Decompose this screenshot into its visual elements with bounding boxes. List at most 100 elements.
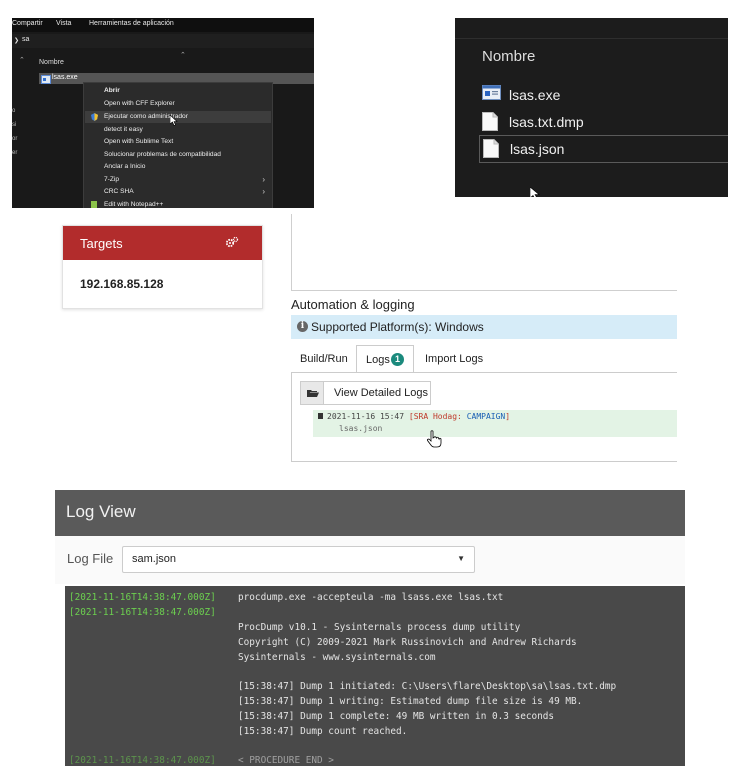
- folder-button[interactable]: [300, 381, 324, 405]
- log-tag: [SRA Hodag:: [408, 412, 462, 421]
- address-path: sa: [22, 36, 30, 43]
- menu-item-label: Anclar a Inicio: [104, 163, 146, 170]
- file-name: lsas.txt.dmp: [509, 114, 584, 130]
- gears-icon[interactable]: [225, 236, 239, 248]
- log-message: procdump.exe -accepteula -ma lsass.exe l…: [238, 592, 504, 603]
- tab-build-run[interactable]: Build/Run: [291, 345, 351, 372]
- log-timestamp: [2021-11-16T14:38:47.000Z]: [69, 592, 216, 603]
- submenu-arrow-icon: ›: [262, 175, 265, 184]
- platform-info: i Supported Platform(s): Windows: [291, 315, 677, 339]
- log-message: < PROCEDURE END >: [238, 755, 334, 766]
- menu-item-label: Solucionar problemas de compatibilidad: [104, 151, 221, 158]
- log-message: [15:38:47] Dump 1 initiated: C:\Users\fl…: [238, 681, 617, 692]
- menu-item-cff-explorer[interactable]: Open with CFF Explorer: [85, 98, 271, 110]
- column-name[interactable]: Nombre: [39, 59, 64, 66]
- mouse-cursor-icon: [530, 187, 540, 197]
- button-label: View Detailed Logs: [334, 387, 428, 399]
- menu-item-label: Open with CFF Explorer: [104, 100, 175, 107]
- log-timestamp: [2021-11-16T14:38:47.000Z]: [69, 755, 216, 766]
- menu-item-detect-it-easy[interactable]: detect it easy: [85, 124, 271, 136]
- menu-item-label: 7-Zip: [104, 176, 120, 183]
- tab-logs[interactable]: Logs 1: [356, 345, 414, 373]
- menu-item-notepad-pp[interactable]: Edit with Notepad++: [85, 199, 271, 208]
- menu-herramientas[interactable]: Herramientas de aplicación: [89, 20, 174, 27]
- view-detailed-logs-button[interactable]: View Detailed Logs: [323, 381, 431, 405]
- explorer-window: Compartir Vista Herramientas de aplicaci…: [12, 18, 314, 208]
- menu-item-run-as-admin[interactable]: Ejecutar como administrador: [85, 111, 271, 123]
- log-line: [2021-11-16T14:38:47.000Z]: [69, 592, 216, 603]
- menu-item-label: Abrir: [104, 87, 120, 94]
- nav-item[interactable]: si: [12, 122, 24, 136]
- section-title: Automation & logging: [291, 297, 415, 312]
- log-timestamp: 2021-11-16 15:47: [327, 412, 405, 421]
- log-message: [15:38:47] Dump 1 writing: Estimated dum…: [238, 696, 583, 707]
- menu-compartir[interactable]: Compartir: [12, 20, 43, 27]
- file-row-lsas-json[interactable]: lsas.json: [479, 135, 728, 163]
- file-name: lsas.exe: [52, 74, 78, 81]
- platform-text: Supported Platform(s): Windows: [311, 320, 484, 334]
- tab-bar: Build/Run Logs 1 Import Logs: [291, 345, 677, 373]
- column-name[interactable]: Nombre: [482, 48, 535, 65]
- document-icon: [482, 112, 498, 131]
- menu-vista[interactable]: Vista: [56, 20, 71, 27]
- tab-label: Logs: [366, 354, 390, 366]
- divider: [455, 38, 728, 39]
- chevron-up-icon[interactable]: ⌃: [19, 56, 25, 64]
- menu-item-abrir[interactable]: Abrir: [85, 85, 271, 97]
- mouse-cursor-icon: [170, 115, 178, 126]
- log-file-label: Log File: [67, 551, 114, 566]
- nav-item[interactable]: er: [12, 150, 24, 164]
- file-name: lsas.json: [510, 141, 565, 157]
- log-message: Copyright (C) 2009-2021 Mark Russinovich…: [238, 637, 577, 648]
- target-ip: 192.168.85.128: [80, 277, 164, 291]
- submenu-arrow-icon: ›: [262, 187, 265, 196]
- log-message: ProcDump v10.1 - Sysinternals process du…: [238, 622, 521, 633]
- content-box: [291, 214, 677, 291]
- log-entry-line: 2021-11-16 15:47 [SRA Hodag: CAMPAIGN]: [327, 412, 510, 421]
- menu-item-7zip[interactable]: 7-Zip ›: [85, 174, 271, 186]
- chevron-right-icon: ❯: [14, 38, 20, 44]
- menu-item-label: Edit with Notepad++: [104, 201, 164, 208]
- logs-panel: View Detailed Logs 2021-11-16 15:47 [SRA…: [291, 372, 677, 462]
- nav-item[interactable]: or: [12, 136, 24, 150]
- targets-header: Targets: [63, 226, 262, 260]
- logs-count-badge: 1: [391, 353, 404, 366]
- log-view-title: Log View: [66, 502, 136, 521]
- targets-title: Targets: [80, 236, 123, 251]
- document-icon: [483, 139, 499, 158]
- file-list-window: Nombre lsas.exe lsas.txt.dmp lsas.json: [455, 18, 728, 197]
- log-message: [15:38:47] Dump 1 complete: 49 MB writte…: [238, 711, 555, 722]
- log-filename: lsas.json: [339, 424, 383, 433]
- log-line: [2021-11-16T14:38:47.000Z]: [69, 755, 216, 766]
- tab-label: Build/Run: [300, 353, 348, 365]
- log-view-header: Log View: [55, 490, 685, 536]
- targets-card: Targets 192.168.85.128: [62, 225, 263, 309]
- tab-import-logs[interactable]: Import Logs: [416, 345, 486, 372]
- tab-label: Import Logs: [425, 353, 484, 365]
- file-row-lsas-txt-dmp[interactable]: lsas.txt.dmp: [482, 109, 728, 135]
- menu-item-label: CRC SHA: [104, 188, 134, 195]
- log-line: [2021-11-16T14:38:47.000Z]: [69, 607, 216, 618]
- log-entry[interactable]: 2021-11-16 15:47 [SRA Hodag: CAMPAIGN] l…: [313, 410, 677, 437]
- menu-item-sublime[interactable]: Open with Sublime Text: [85, 136, 271, 148]
- sort-caret-icon: ⌃: [180, 52, 186, 59]
- address-bar[interactable]: ❯ sa: [12, 34, 314, 48]
- log-tag-close: ]: [505, 412, 511, 421]
- file-name: lsas.exe: [509, 87, 561, 103]
- log-message: Sysinternals - www.sysinternals.com: [238, 652, 436, 663]
- log-file-control: Log File sam.json ▼: [55, 536, 685, 584]
- menu-item-crc-sha[interactable]: CRC SHA ›: [85, 186, 271, 198]
- menu-item-compat[interactable]: Solucionar problemas de compatibilidad: [85, 149, 271, 161]
- notepad-plus-plus-icon: [91, 201, 97, 208]
- log-view-panel: Log View Log File sam.json ▼ [2021-11-16…: [55, 490, 685, 766]
- nav-pane: o si or er: [12, 108, 24, 164]
- log-file-select[interactable]: sam.json ▼: [122, 546, 475, 573]
- file-row-lsas-exe[interactable]: lsas.exe: [482, 82, 728, 108]
- log-output: [2021-11-16T14:38:47.000Z] procdump.exe …: [65, 586, 685, 766]
- column-header: ⌃ Nombre ⌃: [12, 50, 314, 72]
- log-file-value: sam.json: [132, 553, 177, 565]
- explorer-menubar: Compartir Vista Herramientas de aplicaci…: [12, 18, 314, 32]
- nav-item[interactable]: o: [12, 108, 24, 122]
- context-menu: Abrir Open with CFF Explorer Ejecutar co…: [83, 82, 273, 208]
- menu-item-pin-start[interactable]: Anclar a Inicio: [85, 161, 271, 173]
